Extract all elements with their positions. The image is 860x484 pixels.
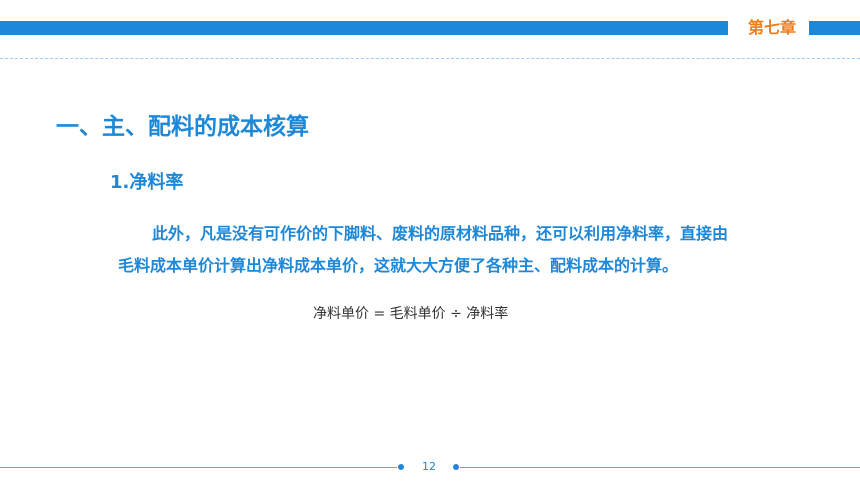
- body-paragraph: 此外，凡是没有可作价的下脚料、废料的原材料品种，还可以利用净料率，直接由 毛料成…: [118, 218, 808, 282]
- paragraph-line-2: 毛料成本单价计算出净料成本单价，这就大大方便了各种主、配料成本的计算。: [118, 256, 679, 275]
- footer-dot-right: [453, 464, 459, 470]
- page-number: 12: [422, 460, 436, 473]
- footer-line-left: [0, 467, 397, 468]
- header-bar-right: [809, 21, 860, 35]
- section-title: 一、主、配料的成本核算: [56, 114, 309, 140]
- header-divider: [0, 58, 860, 59]
- formula: 净料单价 = 毛料单价 ÷ 净料率: [313, 306, 509, 322]
- paragraph-line-1: 此外，凡是没有可作价的下脚料、废料的原材料品种，还可以利用净料率，直接由: [152, 224, 729, 243]
- chapter-label: 第七章: [747, 18, 796, 37]
- header-bar-left: [0, 21, 728, 35]
- sub-title: 1.净料率: [110, 172, 184, 193]
- footer-line-right: [460, 467, 860, 468]
- footer-dot-left: [398, 464, 404, 470]
